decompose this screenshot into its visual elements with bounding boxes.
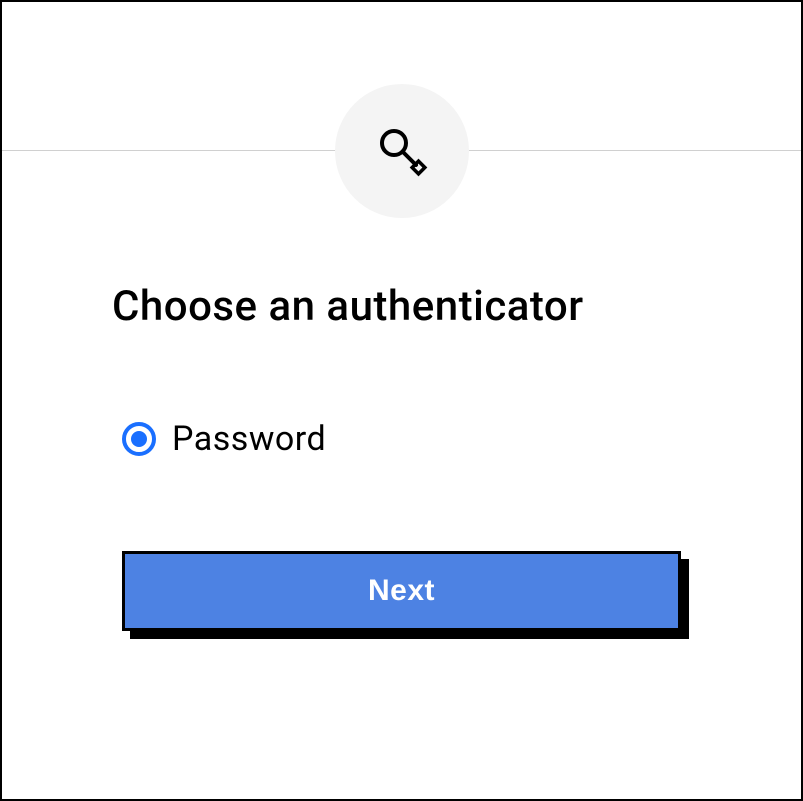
radio-selected-indicator	[131, 431, 147, 447]
next-button-label: Next	[368, 574, 435, 608]
page-title: Choose an authenticator	[112, 282, 691, 331]
key-icon	[374, 123, 430, 179]
radio-button[interactable]	[122, 422, 156, 456]
header-icon-circle	[335, 84, 469, 218]
radio-label: Password	[172, 419, 326, 459]
next-button[interactable]: Next	[122, 551, 681, 631]
authenticator-option-password[interactable]: Password	[122, 419, 691, 459]
